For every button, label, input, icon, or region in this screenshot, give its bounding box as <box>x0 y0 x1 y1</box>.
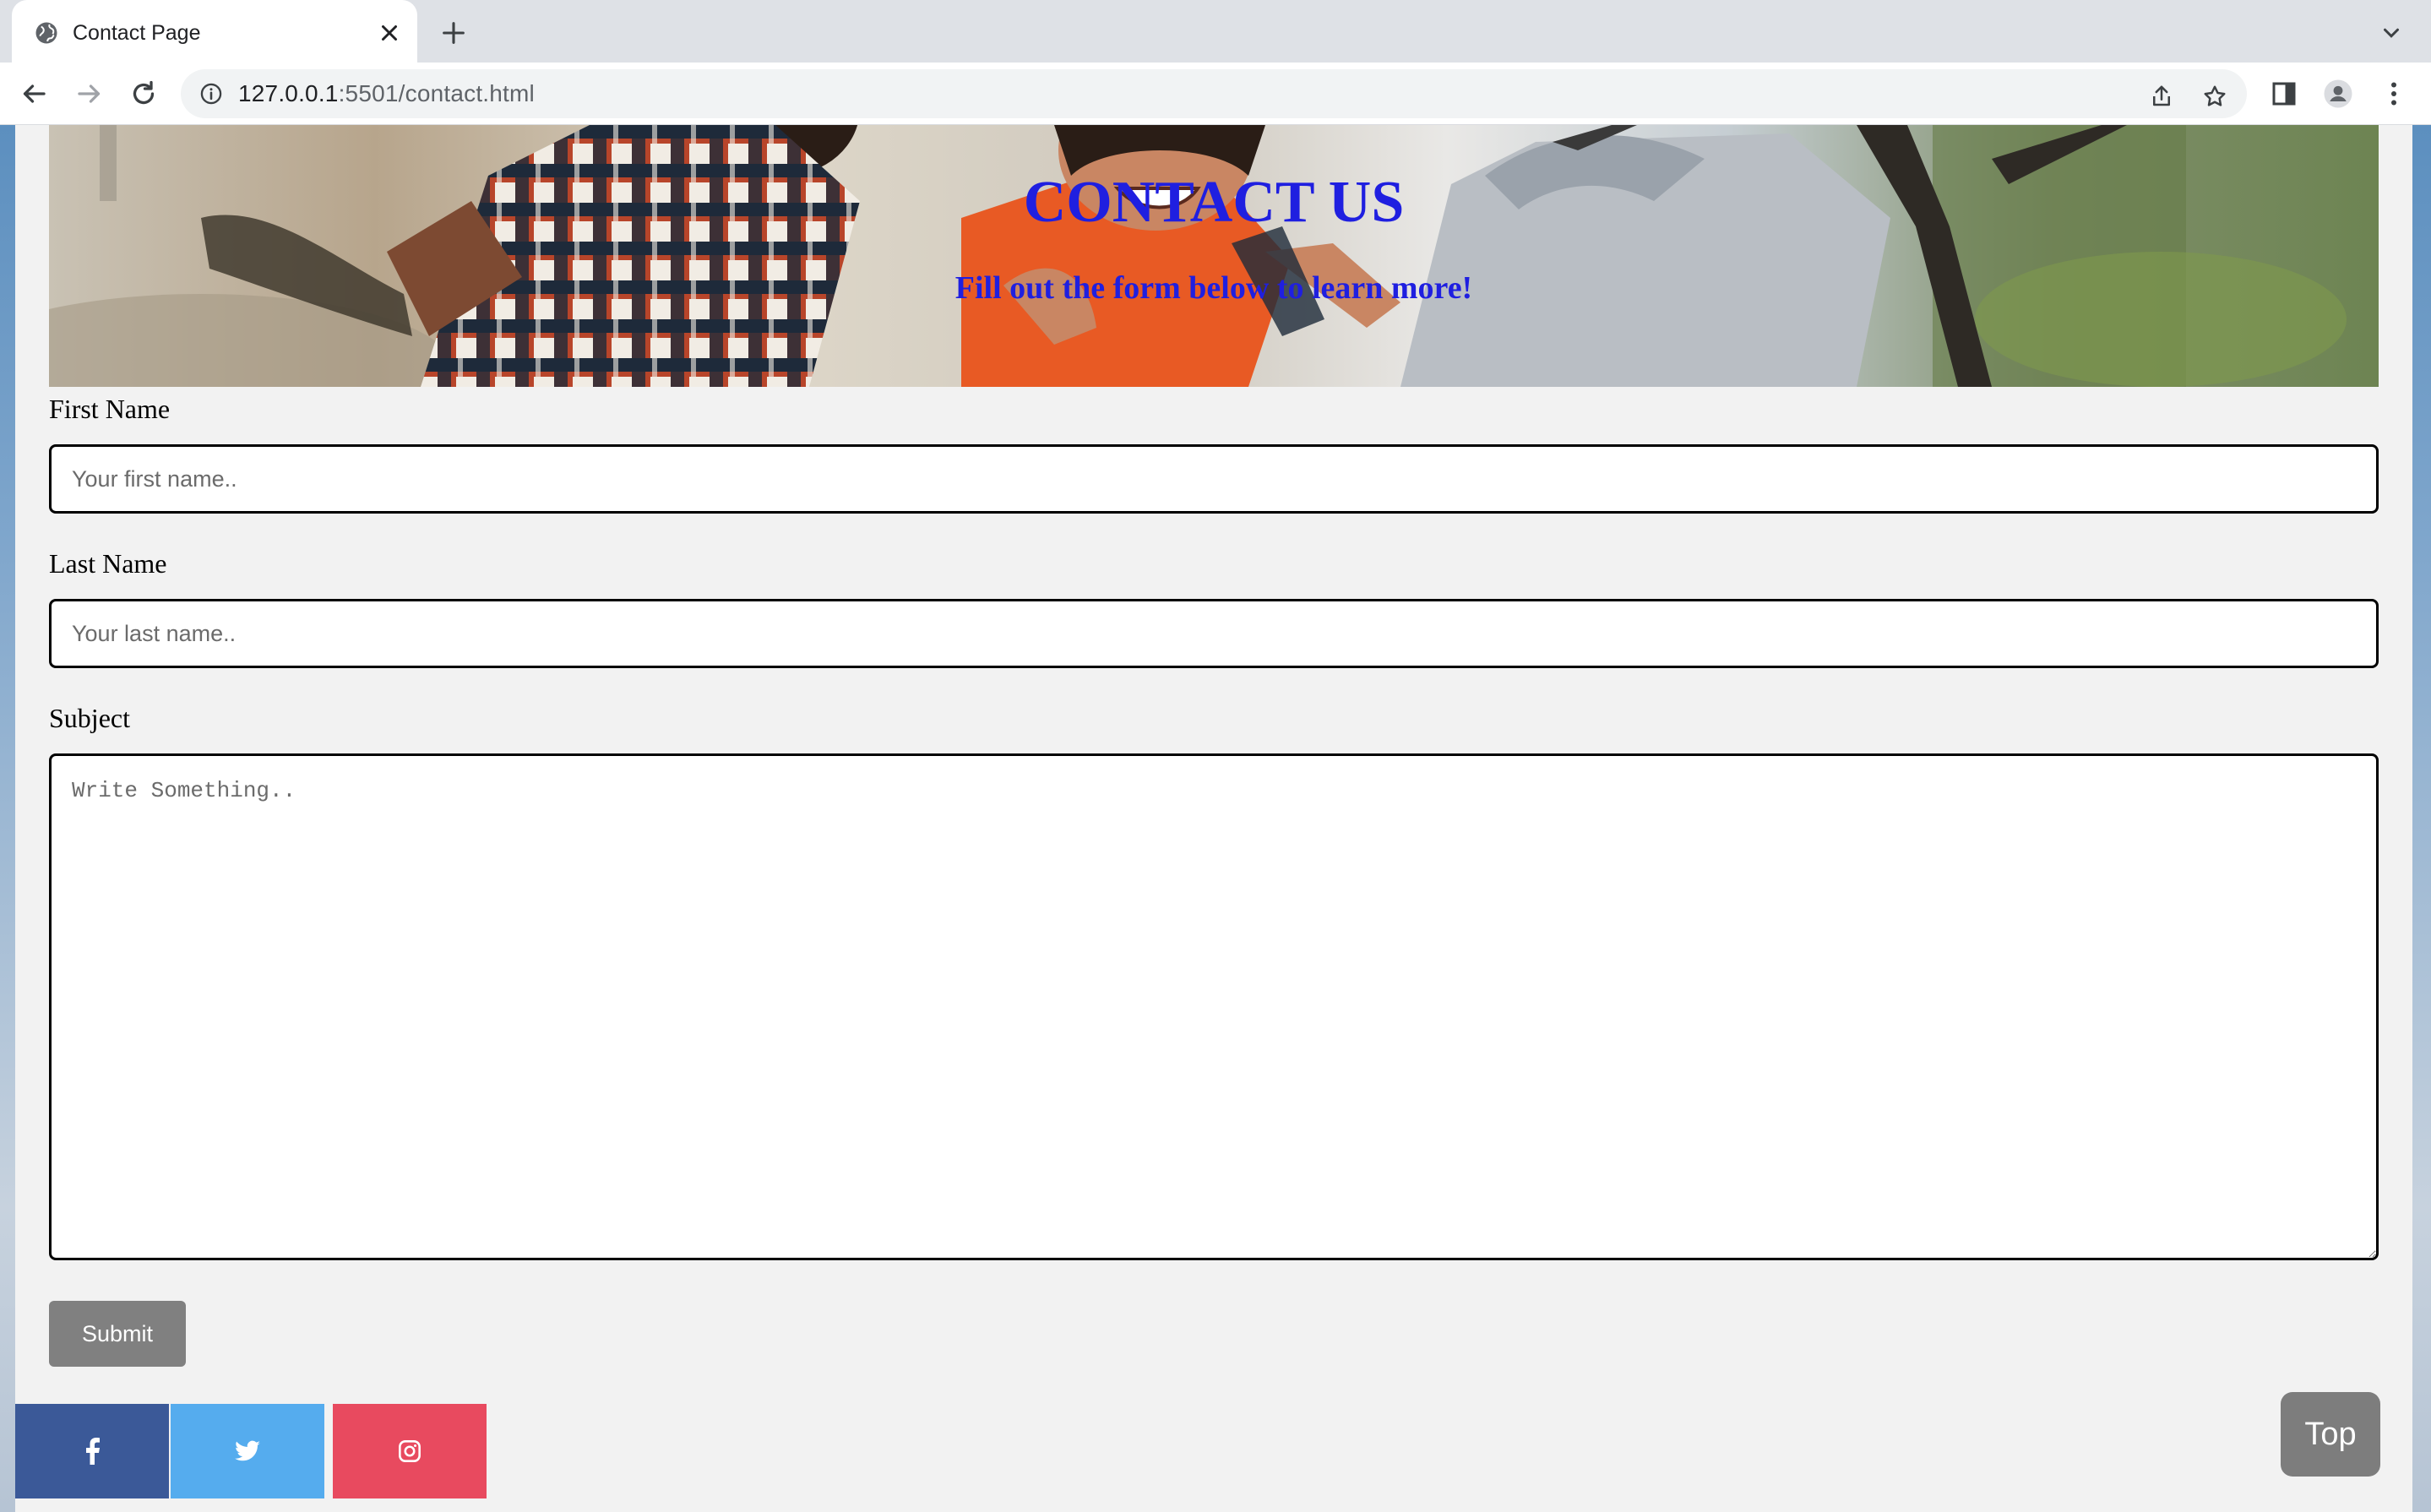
back-arrow-icon[interactable] <box>19 79 49 109</box>
new-tab-icon[interactable] <box>439 19 468 47</box>
page-viewport: CONTACT US Fill out the form below to le… <box>0 125 2431 1512</box>
chevron-down-icon[interactable] <box>2379 20 2404 46</box>
instagram-icon <box>399 1440 421 1462</box>
side-panel-icon[interactable] <box>2269 79 2299 109</box>
last-name-label: Last Name <box>49 548 167 579</box>
twitter-icon <box>235 1440 260 1461</box>
url-path: :5501/contact.html <box>338 80 535 106</box>
subject-textarea[interactable] <box>49 753 2379 1260</box>
subject-label: Subject <box>49 703 130 733</box>
forward-arrow-icon[interactable] <box>74 79 105 109</box>
contact-container: CONTACT US Fill out the form below to le… <box>15 125 2412 1512</box>
hero-photo <box>49 125 2347 387</box>
info-icon[interactable] <box>199 82 223 106</box>
browser-toolbar: 127.0.0.1:5501/contact.html <box>0 63 2431 125</box>
instagram-link[interactable] <box>333 1404 487 1498</box>
back-to-top-button[interactable]: Top <box>2281 1392 2380 1477</box>
reload-icon[interactable] <box>128 79 159 109</box>
twitter-link[interactable] <box>171 1404 324 1498</box>
star-icon[interactable] <box>2202 84 2227 109</box>
more-menu-icon[interactable] <box>2379 79 2409 109</box>
share-icon[interactable] <box>2149 84 2174 109</box>
facebook-icon <box>86 1438 100 1465</box>
url-text: 127.0.0.1:5501/contact.html <box>238 79 535 108</box>
first-name-input[interactable] <box>49 444 2379 514</box>
submit-button[interactable]: Submit <box>49 1301 186 1367</box>
address-bar[interactable]: 127.0.0.1:5501/contact.html <box>181 69 2247 118</box>
hero-banner: CONTACT US Fill out the form below to le… <box>49 125 2379 387</box>
tab-title: Contact Page <box>73 21 201 45</box>
page-subtitle: Fill out the form below to learn more! <box>954 270 1473 306</box>
profile-avatar-icon[interactable] <box>2323 79 2353 109</box>
last-name-input[interactable] <box>49 599 2379 668</box>
close-icon[interactable] <box>377 20 402 46</box>
page-title: CONTACT US <box>1023 170 1405 235</box>
url-host: 127.0.0.1 <box>238 80 339 106</box>
tab-strip: Contact Page <box>0 0 2431 63</box>
browser-tab[interactable]: Contact Page <box>12 0 417 63</box>
globe-icon <box>35 22 57 44</box>
facebook-link[interactable] <box>15 1404 169 1498</box>
first-name-label: First Name <box>49 394 171 424</box>
